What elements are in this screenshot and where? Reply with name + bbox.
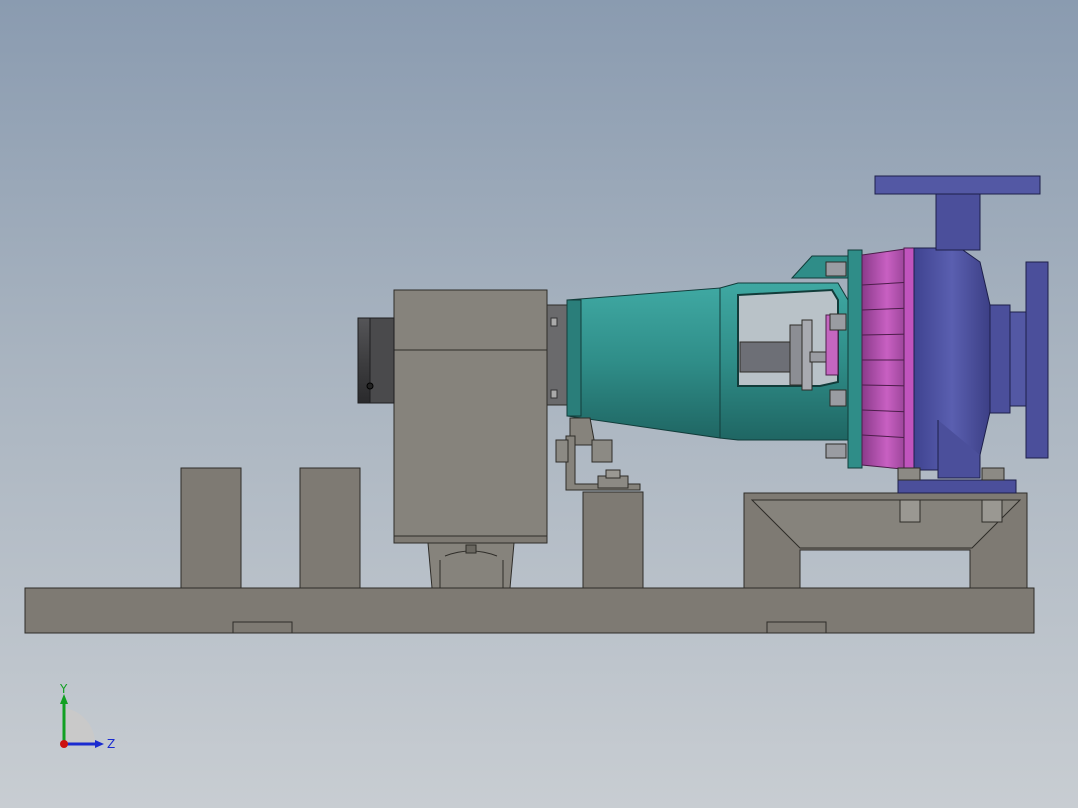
bearing-frame[interactable] <box>555 255 849 491</box>
cad-model[interactable] <box>0 0 1078 808</box>
motor[interactable] <box>357 289 548 589</box>
baseplate[interactable] <box>24 587 1035 634</box>
coordinate-triad: Y Z <box>59 682 115 751</box>
impeller-housing[interactable] <box>861 247 915 471</box>
y-axis-label: Y <box>59 682 68 696</box>
pump-casing[interactable] <box>913 247 1027 479</box>
graphics-viewport[interactable]: Y Z <box>0 0 1078 808</box>
suction-flange[interactable] <box>1025 261 1049 459</box>
coupling[interactable] <box>546 304 570 406</box>
x-axis-dot <box>60 740 68 748</box>
adapter-flange[interactable] <box>847 249 863 469</box>
z-axis-label: Z <box>107 737 115 751</box>
pump-support[interactable] <box>743 467 1028 589</box>
triad-plane <box>64 708 96 744</box>
discharge-flange[interactable] <box>874 175 1041 251</box>
